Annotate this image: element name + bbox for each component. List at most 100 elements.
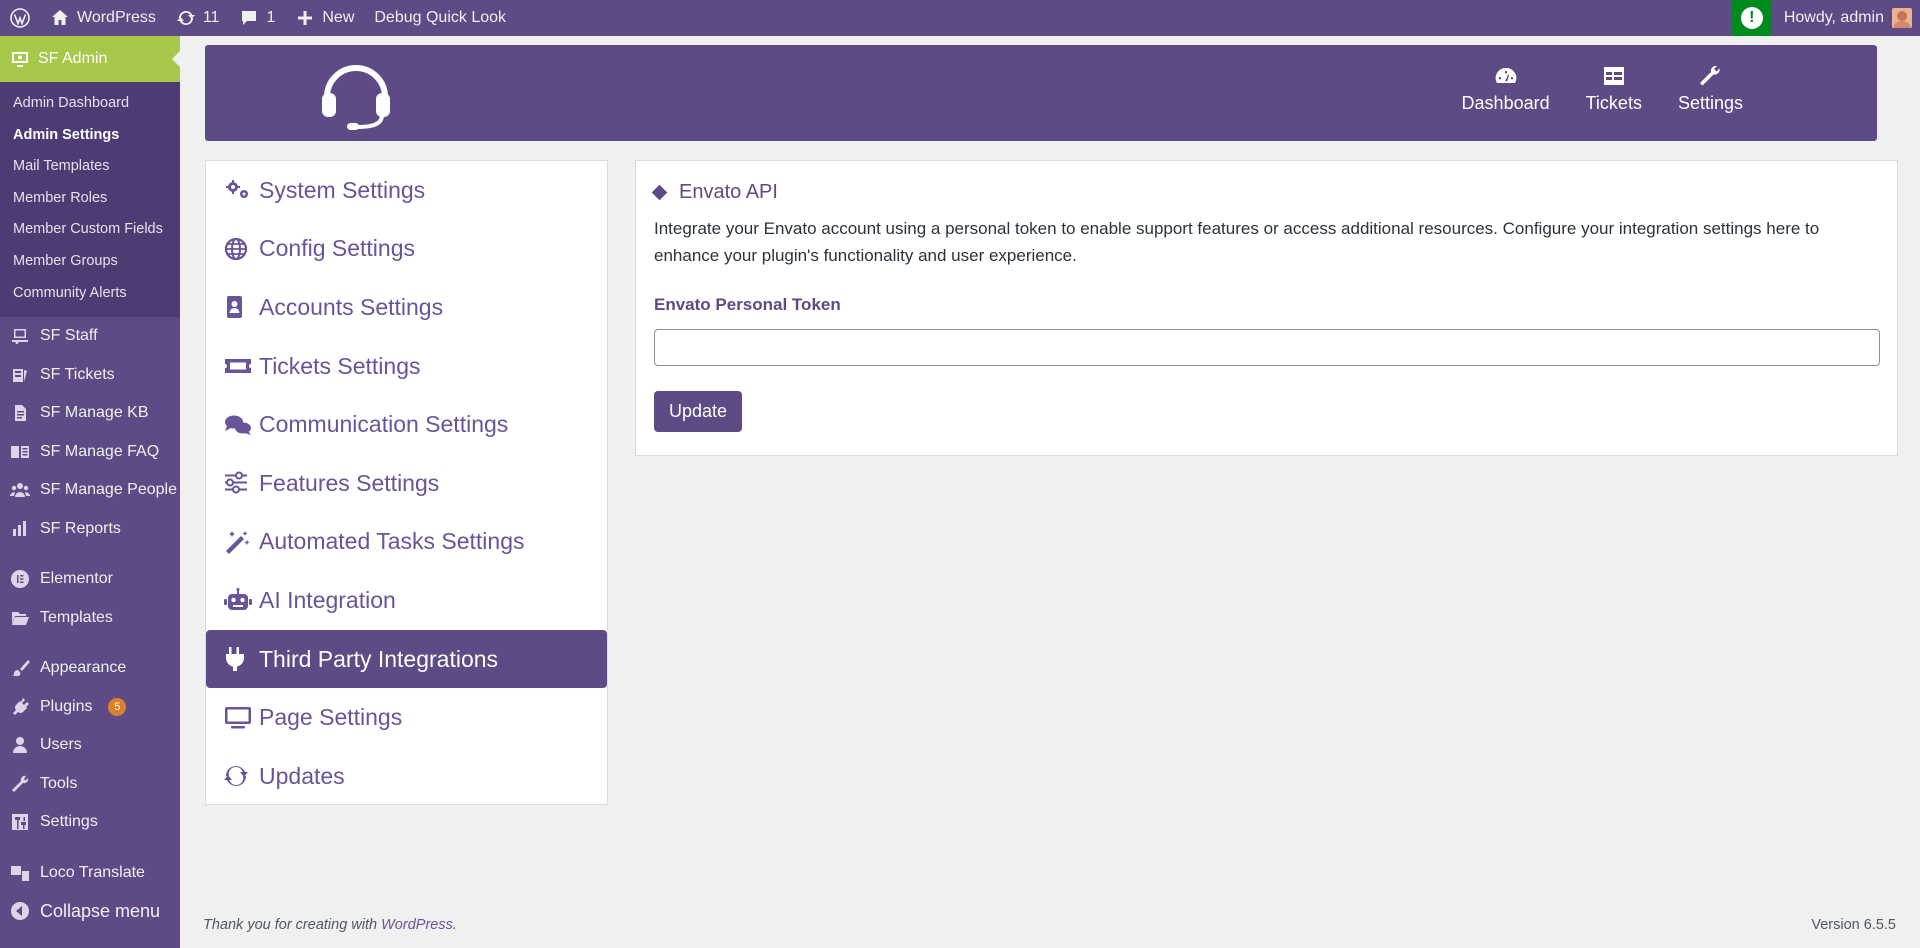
robot-icon [224,588,252,611]
bar-chart-icon [13,520,26,536]
sidebar-item-elementor[interactable]: Elementor [0,560,180,599]
settings-nav-automated-tasks[interactable]: Automated Tasks Settings [206,513,607,572]
panel-title: Envato API [651,181,778,204]
submenu-member-roles[interactable]: Member Roles [0,183,180,215]
sidebar-item-sf-reports[interactable]: SF Reports [0,510,180,549]
chat-bubbles-icon [225,415,251,435]
contact-card-icon [227,296,242,319]
magic-wand-icon [226,530,250,554]
settings-nav-accounts[interactable]: Accounts Settings [206,278,607,337]
menu-separator [0,637,180,649]
folder-open-icon [12,611,29,625]
settings-nav-third-party-integrations[interactable]: Third Party Integrations [206,629,607,689]
footer-wordpress-link[interactable]: WordPress [381,917,453,933]
gears-icon [226,180,248,199]
sidebar-item-loco-translate[interactable]: Loco Translate [0,854,180,893]
submenu-member-custom-fields[interactable]: Member Custom Fields [0,214,180,246]
settings-nav-label: Page Settings [259,704,403,731]
sidebar-item-plugins[interactable]: Plugins 5 [0,688,180,727]
my-account-menu[interactable]: Howdy, admin [1772,8,1920,28]
site-health-alert-button[interactable]: ! [1731,0,1772,36]
settings-nav-system[interactable]: System Settings [206,161,607,220]
header-nav-dashboard[interactable]: Dashboard [1462,65,1550,114]
comments-link[interactable]: 1 [229,0,285,36]
settings-sliders-icon [12,814,28,831]
wrench-icon [12,775,29,792]
exclamation-icon: ! [1740,7,1763,29]
header-nav: Dashboard Tickets Settings [1462,65,1743,114]
settings-nav-tickets[interactable]: Tickets Settings [206,337,607,396]
sidebar-item-label: Appearance [40,659,127,677]
sidebar-item-appearance[interactable]: Appearance [0,649,180,688]
settings-nav-ai-integration[interactable]: AI Integration [206,571,607,630]
monitor-icon [225,706,251,729]
submenu-mail-templates[interactable]: Mail Templates [0,151,180,183]
menu-separator [0,548,180,560]
sidebar-item-sf-staff[interactable]: SF Staff [0,317,180,356]
settings-nav-updates[interactable]: Updates [206,747,607,806]
debug-quick-look-link[interactable]: Debug Quick Look [364,0,516,36]
envato-token-label: Envato Personal Token [654,295,841,314]
sidebar-item-label: Plugins [40,697,93,715]
sidebar-item-label: SF Manage FAQ [40,442,160,460]
header-nav-label: Tickets [1585,93,1642,113]
footer-version: Version 6.5.5 [1811,917,1896,933]
submenu-member-groups[interactable]: Member Groups [0,246,180,278]
sidebar-item-tools[interactable]: Tools [0,765,180,804]
people-icon [10,483,30,498]
envato-token-input[interactable] [654,329,1880,366]
wordpress-logo-button[interactable] [0,0,40,36]
wrench-icon [1700,65,1721,86]
settings-nav-communication[interactable]: Communication Settings [206,395,607,454]
globe-icon [224,237,248,260]
settings-nav-page[interactable]: Page Settings [206,688,607,747]
sidebar-item-sf-manage-people[interactable]: SF Manage People [0,471,180,510]
comment-icon [242,11,257,25]
header-nav-tickets[interactable]: Tickets [1586,65,1642,114]
sf-admin-submenu: Admin Dashboard Admin Settings Mail Temp… [0,82,180,318]
footer-thanks-suffix: . [452,917,457,933]
header-nav-label: Settings [1677,93,1743,113]
menu-separator [0,842,180,854]
updates-link[interactable]: 11 [166,0,230,36]
submenu-admin-settings[interactable]: Admin Settings [0,120,180,152]
sidebar-item-sf-tickets[interactable]: SF Tickets [0,356,180,395]
site-name-link[interactable]: WordPress [40,0,166,36]
sidebar-item-settings[interactable]: Settings [0,803,180,842]
header-nav-settings[interactable]: Settings [1678,65,1743,114]
submenu-community-alerts[interactable]: Community Alerts [0,278,180,310]
settings-nav-config[interactable]: Config Settings [206,220,607,279]
translate-icon [11,865,29,881]
sidebar-item-users[interactable]: Users [0,726,180,765]
book-icon [11,445,29,458]
sliders-icon [225,471,247,494]
sidebar-item-templates[interactable]: Templates [0,599,180,638]
admin-screen-icon [12,52,28,67]
elementor-icon [11,570,29,589]
footer-thanks: Thank you for creating with WordPress. [203,917,457,933]
header-nav-label: Dashboard [1461,93,1550,113]
sidebar-item-label: SF Manage KB [40,404,149,422]
sidebar-item-label: SF Admin [38,50,108,67]
settings-nav-label: Communication Settings [259,411,509,438]
sidebar-item-sf-admin[interactable]: SF Admin [0,36,180,82]
settings-nav-label: Tickets Settings [259,352,421,379]
howdy-label: Howdy, admin [1783,9,1884,26]
document-icon [15,405,26,422]
home-icon [52,10,68,25]
plug-icon [226,647,244,672]
panel-title-text: Envato API [679,181,778,203]
sidebar-item-sf-manage-kb[interactable]: SF Manage KB [0,394,180,433]
submenu-admin-dashboard[interactable]: Admin Dashboard [0,88,180,120]
new-content-link[interactable]: New [285,0,364,36]
plugins-update-badge: 5 [108,697,127,716]
sidebar-item-sf-manage-faq[interactable]: SF Manage FAQ [0,433,180,472]
support-header: Dashboard Tickets Settings [205,45,1877,141]
sidebar-item-label: Tools [40,774,78,792]
staff-icon [12,329,28,345]
settings-nav-features[interactable]: Features Settings [206,454,607,513]
collapse-menu-button[interactable]: Collapse menu [0,892,180,931]
update-button[interactable]: Update [654,391,742,432]
settings-nav-label: Features Settings [259,469,440,496]
settings-nav-label: Automated Tasks Settings [259,528,525,555]
